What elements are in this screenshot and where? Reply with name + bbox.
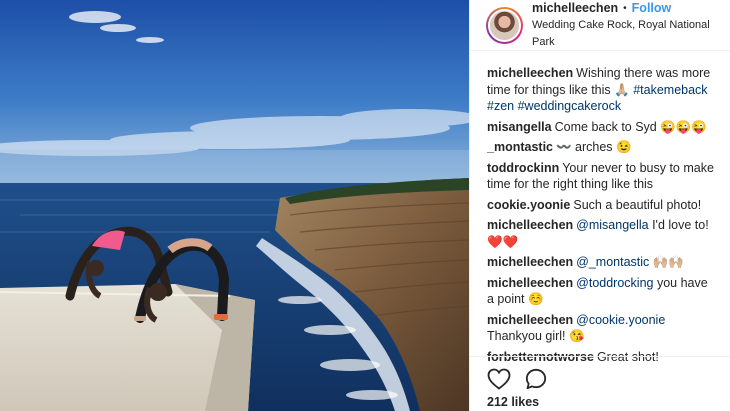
mention-link[interactable]: @cookie.yoonie	[576, 313, 665, 327]
post-sidebar: michelleechen • Follow Wedding Cake Rock…	[469, 0, 730, 411]
post-photo[interactable]	[0, 0, 469, 411]
comment-item: misangella Come back to Syd 😜😜😜	[487, 119, 718, 136]
comment-username[interactable]: misangella	[487, 120, 552, 134]
hashtag-link[interactable]: #weddingcakerock	[518, 99, 622, 113]
comment-text: 〰️ arches 😉	[556, 140, 632, 154]
comment-list: michelleechen Wishing there was more time…	[470, 51, 730, 365]
instagram-post: michelleechen • Follow Wedding Cake Rock…	[0, 0, 730, 411]
comment-username[interactable]: toddrockinn	[487, 161, 559, 175]
likes-count[interactable]: 212 likes	[487, 395, 539, 409]
comment-username[interactable]: michelleechen	[487, 255, 573, 269]
avatar[interactable]	[486, 6, 523, 44]
comment-username[interactable]: michelleechen	[487, 218, 573, 232]
mention-link[interactable]: @misangella	[576, 218, 648, 232]
comment-item: _montastic 〰️ arches 😉	[487, 139, 718, 156]
comment-username[interactable]: _montastic	[487, 140, 553, 154]
comment-username[interactable]: michelleechen	[487, 66, 573, 80]
comment-username[interactable]: cookie.yoonie	[487, 198, 570, 212]
cliff-yoga-photo	[0, 0, 469, 411]
comment-username[interactable]: michelleechen	[487, 276, 573, 290]
post-header: michelleechen • Follow Wedding Cake Rock…	[470, 0, 730, 51]
separator-dot: •	[623, 2, 627, 14]
mention-link[interactable]: @toddrocking	[576, 276, 653, 290]
comment-item: toddrockinn Your never to busy to make ti…	[487, 160, 718, 193]
comment-item: michelleechen @toddrocking you have a poi…	[487, 275, 718, 308]
comment-text: 🙌🏼🙌🏼	[649, 255, 684, 269]
heart-icon[interactable]	[487, 368, 511, 390]
comment-text: Such a beautiful photo!	[573, 197, 702, 212]
comment-item: michelleechen Wishing there was more time…	[487, 65, 718, 115]
hashtag-link[interactable]: #takemeback	[633, 83, 707, 97]
action-bar	[470, 356, 730, 390]
comment-item: michelleechen @misangella I'd love to! ❤️…	[487, 217, 718, 250]
comment-item: cookie.yoonie Such a beautiful photo!	[487, 197, 718, 214]
follow-button[interactable]: Follow	[632, 0, 672, 17]
hashtag-link[interactable]: #zen	[487, 99, 514, 113]
comment-username[interactable]: michelleechen	[487, 313, 573, 327]
location-link[interactable]: Wedding Cake Rock, Royal National Park	[532, 17, 730, 51]
comment-text: Thankyou girl! 😘	[487, 329, 585, 343]
mention-link[interactable]: @_montastic	[576, 255, 649, 269]
comment-item: michelleechen @cookie.yoonie Thankyou gir…	[487, 312, 718, 345]
comment-icon[interactable]	[525, 368, 547, 390]
comment-text: 🙏🏼	[614, 82, 630, 97]
comment-text: Come back to Syd 😜😜😜	[554, 119, 707, 134]
header-username[interactable]: michelleechen	[532, 0, 618, 17]
comment-item: michelleechen @_montastic 🙌🏼🙌🏼	[487, 254, 718, 271]
